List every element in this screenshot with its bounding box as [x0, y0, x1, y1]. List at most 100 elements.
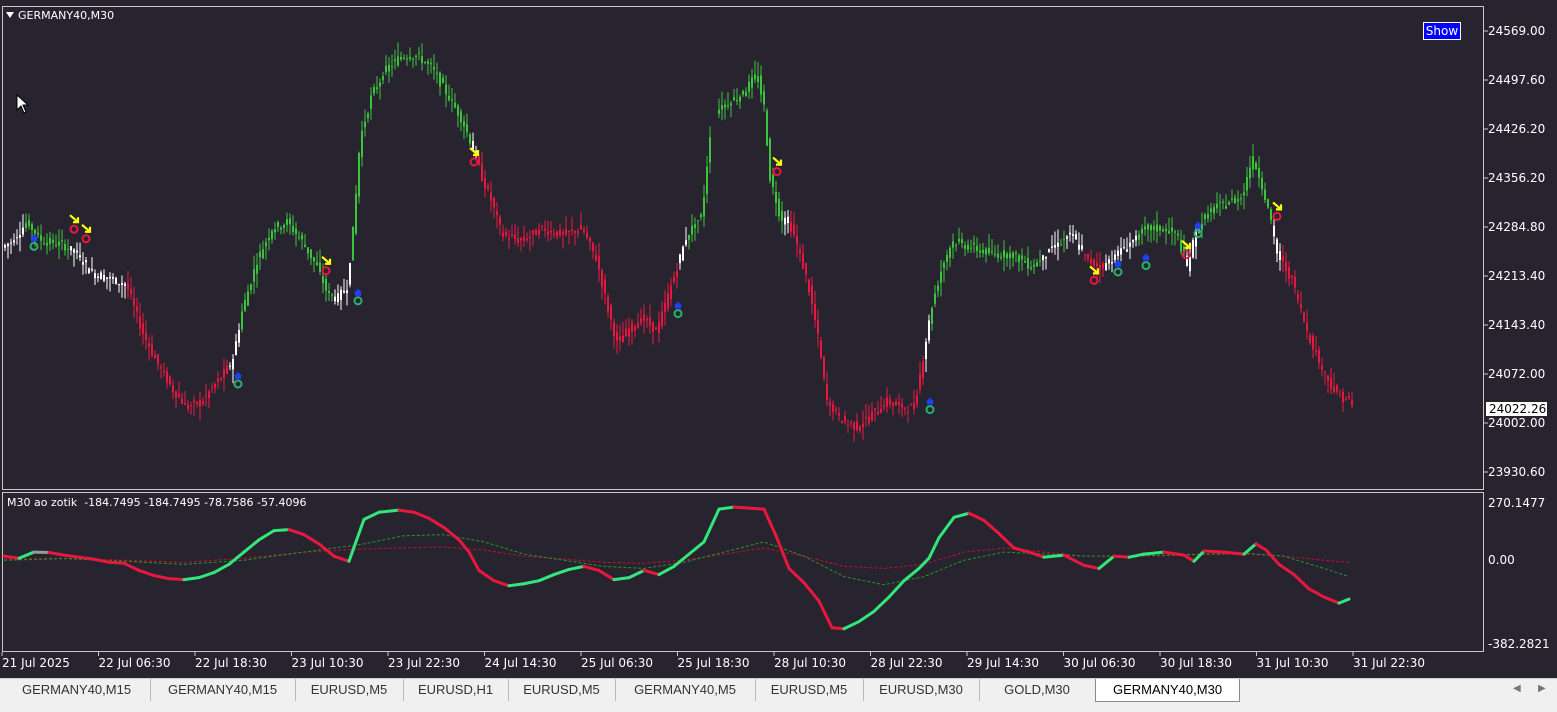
tab-germany40-m30[interactable]: GERMANY40,M30 — [1095, 679, 1240, 702]
tab-germany40-m5[interactable]: GERMANY40,M5 — [615, 679, 756, 701]
candle-body — [979, 251, 981, 253]
candle-body — [517, 238, 519, 242]
tab-gold-m30[interactable]: GOLD,M30 — [979, 679, 1096, 701]
candle-body — [433, 67, 435, 70]
candle-body — [1318, 350, 1320, 363]
candle-body — [1165, 229, 1167, 231]
indicator-label: M30 ao zotik -184.7495 -184.7495 -78.758… — [7, 496, 307, 509]
oscillator-segment — [939, 517, 954, 537]
candle-body — [604, 279, 606, 293]
candle-body — [520, 238, 522, 240]
scroll-right-icon[interactable]: ▶ — [1538, 683, 1546, 694]
candle-body — [877, 412, 879, 414]
tab-eurusd-m5[interactable]: EURUSD,M5 — [295, 679, 404, 701]
candle-body — [1111, 262, 1113, 263]
candle-body — [1030, 267, 1032, 268]
buy-arrow-body — [1115, 263, 1121, 267]
candle-body — [1003, 250, 1005, 257]
candle-body — [370, 95, 372, 108]
oscillator-segment — [689, 542, 704, 554]
tab-eurusd-m5[interactable]: EURUSD,M5 — [508, 679, 616, 701]
candle-body — [1048, 249, 1050, 252]
candle-body — [886, 397, 888, 406]
candle-body — [337, 293, 339, 302]
candle-body — [1132, 240, 1134, 243]
candle-body — [229, 366, 231, 367]
symbol-title[interactable]: GERMANY40,M30 — [6, 9, 114, 22]
candle-body — [853, 422, 855, 429]
candle-body — [109, 277, 111, 279]
candle-body — [682, 247, 684, 261]
candle-body — [280, 228, 282, 230]
candle-body — [292, 226, 294, 232]
oscillator-segment — [1164, 552, 1184, 555]
candle-body — [208, 391, 210, 398]
sell-arrow-icon — [1273, 202, 1281, 209]
candle-body — [826, 384, 828, 400]
candle-body — [529, 237, 531, 238]
indicator-axis-label: 0.00 — [1488, 553, 1515, 567]
oscillator-segment — [1029, 552, 1044, 557]
oscillator-segment — [4, 556, 19, 558]
oscillator-segment — [289, 530, 304, 535]
candle-body — [1252, 156, 1254, 169]
candle-body — [748, 82, 750, 92]
candle-body — [94, 273, 96, 278]
candle-body — [427, 61, 429, 63]
candle-body — [355, 194, 357, 234]
candle-body — [13, 240, 15, 242]
candle-body — [649, 318, 651, 326]
time-axis-label: 22 Jul 18:30 — [195, 656, 267, 670]
candle-body — [1015, 253, 1017, 254]
tab-germany40-m15[interactable]: GERMANY40,M15 — [150, 679, 296, 701]
candle-body — [646, 319, 648, 320]
candle-body — [238, 330, 240, 343]
candle-body — [22, 228, 24, 235]
buy-circle-icon — [1115, 269, 1122, 276]
scroll-left-icon[interactable]: ◀ — [1513, 683, 1521, 694]
chart-svg[interactable]: 24569.0024497.6024426.2024356.2024284.80… — [0, 0, 1557, 678]
candle-body — [1228, 202, 1230, 205]
candle-body — [523, 237, 525, 241]
buy-circle-icon — [355, 297, 362, 304]
oscillator-segment — [874, 597, 889, 611]
buy-circle-icon — [1143, 262, 1150, 269]
buy-circle-icon — [235, 381, 242, 388]
candle-body — [823, 357, 825, 377]
candle-body — [1036, 262, 1038, 266]
candle-body — [1021, 255, 1023, 259]
candle-body — [556, 231, 558, 236]
candle-body — [652, 322, 654, 332]
candle-body — [382, 76, 384, 79]
price-axis-label: 24426.20 — [1488, 122, 1545, 136]
candle-body — [910, 404, 912, 405]
candle-body — [406, 59, 408, 60]
candle-body — [130, 289, 132, 293]
candle-body — [775, 192, 777, 203]
candle-body — [550, 231, 552, 233]
triangle-down-icon[interactable] — [6, 12, 14, 18]
tab-eurusd-m30[interactable]: EURUSD,M30 — [863, 679, 980, 701]
candle-body — [457, 106, 459, 116]
oscillator-segment — [494, 581, 509, 586]
candle-body — [1093, 260, 1095, 266]
time-axis-label: 28 Jul 22:30 — [871, 656, 943, 670]
candle-body — [577, 231, 579, 233]
candle-body — [1273, 226, 1275, 237]
tab-germany40-m15[interactable]: GERMANY40,M15 — [3, 679, 151, 701]
candle-body — [667, 293, 669, 308]
sell-circle-icon — [71, 226, 78, 233]
buy-arrow-body — [31, 237, 37, 241]
candle-body — [313, 257, 315, 261]
tab-eurusd-m5[interactable]: EURUSD,M5 — [755, 679, 864, 701]
candle-body — [505, 232, 507, 236]
candle-body — [1192, 240, 1194, 258]
candle-body — [346, 290, 348, 293]
oscillator-segment — [644, 570, 659, 574]
sell-arrow-icon — [322, 257, 330, 264]
show-button[interactable]: Show — [1423, 22, 1461, 40]
candle-body — [37, 233, 39, 235]
time-axis-label: 28 Jul 10:30 — [774, 656, 846, 670]
candle-body — [1090, 259, 1092, 264]
tab-eurusd-h1[interactable]: EURUSD,H1 — [403, 679, 509, 701]
